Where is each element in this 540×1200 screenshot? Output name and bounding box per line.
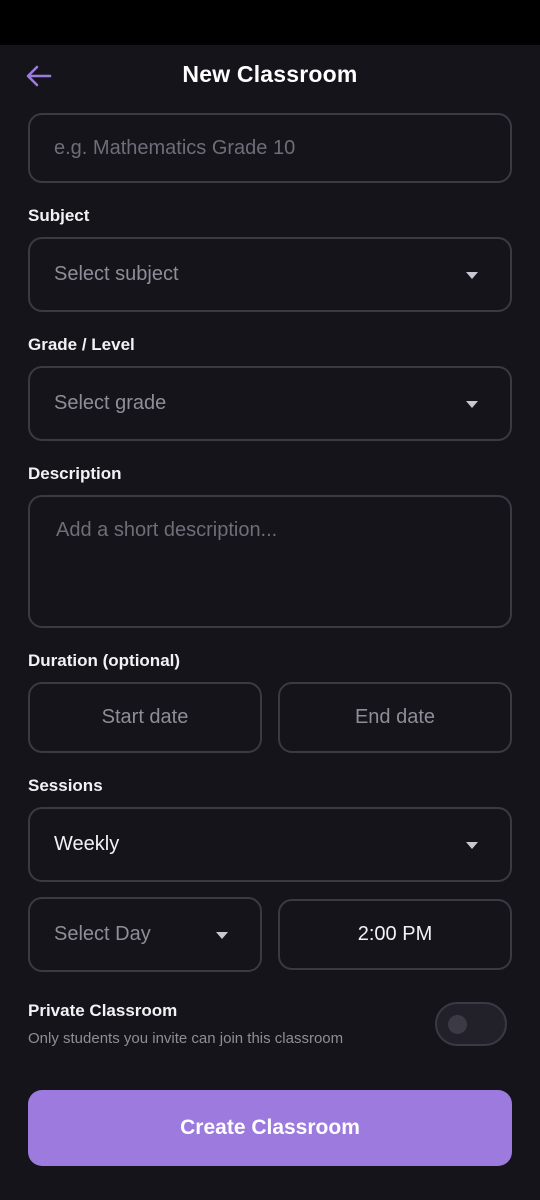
private-classroom-subtitle: Only students you invite can join this c… xyxy=(28,1030,344,1047)
session-frequency-select[interactable]: Weekly xyxy=(28,807,512,882)
session-time-field[interactable]: 2:00 PM xyxy=(278,899,512,970)
grade-label: Grade / Level xyxy=(28,335,135,354)
session-day-select[interactable]: Select Day xyxy=(28,897,262,972)
subject-label: Subject xyxy=(28,206,90,225)
toggle-knob xyxy=(448,1015,467,1034)
private-classroom-toggle[interactable] xyxy=(435,1002,507,1046)
session-day-value: Select Day xyxy=(54,923,151,945)
page-title: New Classroom xyxy=(182,61,358,87)
create-classroom-button[interactable]: Create Classroom xyxy=(28,1090,512,1166)
subject-select[interactable]: Select subject xyxy=(28,237,512,312)
status-bar xyxy=(0,0,540,45)
chevron-down-icon xyxy=(466,400,478,408)
chevron-down-icon xyxy=(216,931,228,939)
session-time-value: 2:00 PM xyxy=(357,923,433,945)
grade-select-value: Select grade xyxy=(54,392,167,414)
classroom-name-input[interactable]: e.g. Mathematics Grade 10 xyxy=(28,113,512,183)
classroom-name-placeholder: e.g. Mathematics Grade 10 xyxy=(54,136,296,159)
subject-select-value: Select subject xyxy=(54,263,179,285)
description-textarea[interactable]: Add a short description... xyxy=(28,495,512,628)
duration-label: Duration (optional) xyxy=(28,651,181,670)
end-date-field[interactable]: End date xyxy=(278,682,512,753)
grade-select[interactable]: Select grade xyxy=(28,366,512,441)
description-placeholder: Add a short description... xyxy=(56,519,278,541)
app-bar: New Classroom xyxy=(0,45,540,107)
chevron-down-icon xyxy=(466,271,478,279)
start-date-value: Start date xyxy=(101,706,189,728)
start-date-field[interactable]: Start date xyxy=(28,682,262,753)
sessions-label: Sessions xyxy=(28,776,103,795)
end-date-value: End date xyxy=(354,706,436,728)
description-label: Description xyxy=(28,464,122,483)
chevron-down-icon xyxy=(466,841,478,849)
private-classroom-title: Private Classroom xyxy=(28,1001,178,1020)
session-frequency-value: Weekly xyxy=(54,833,120,855)
